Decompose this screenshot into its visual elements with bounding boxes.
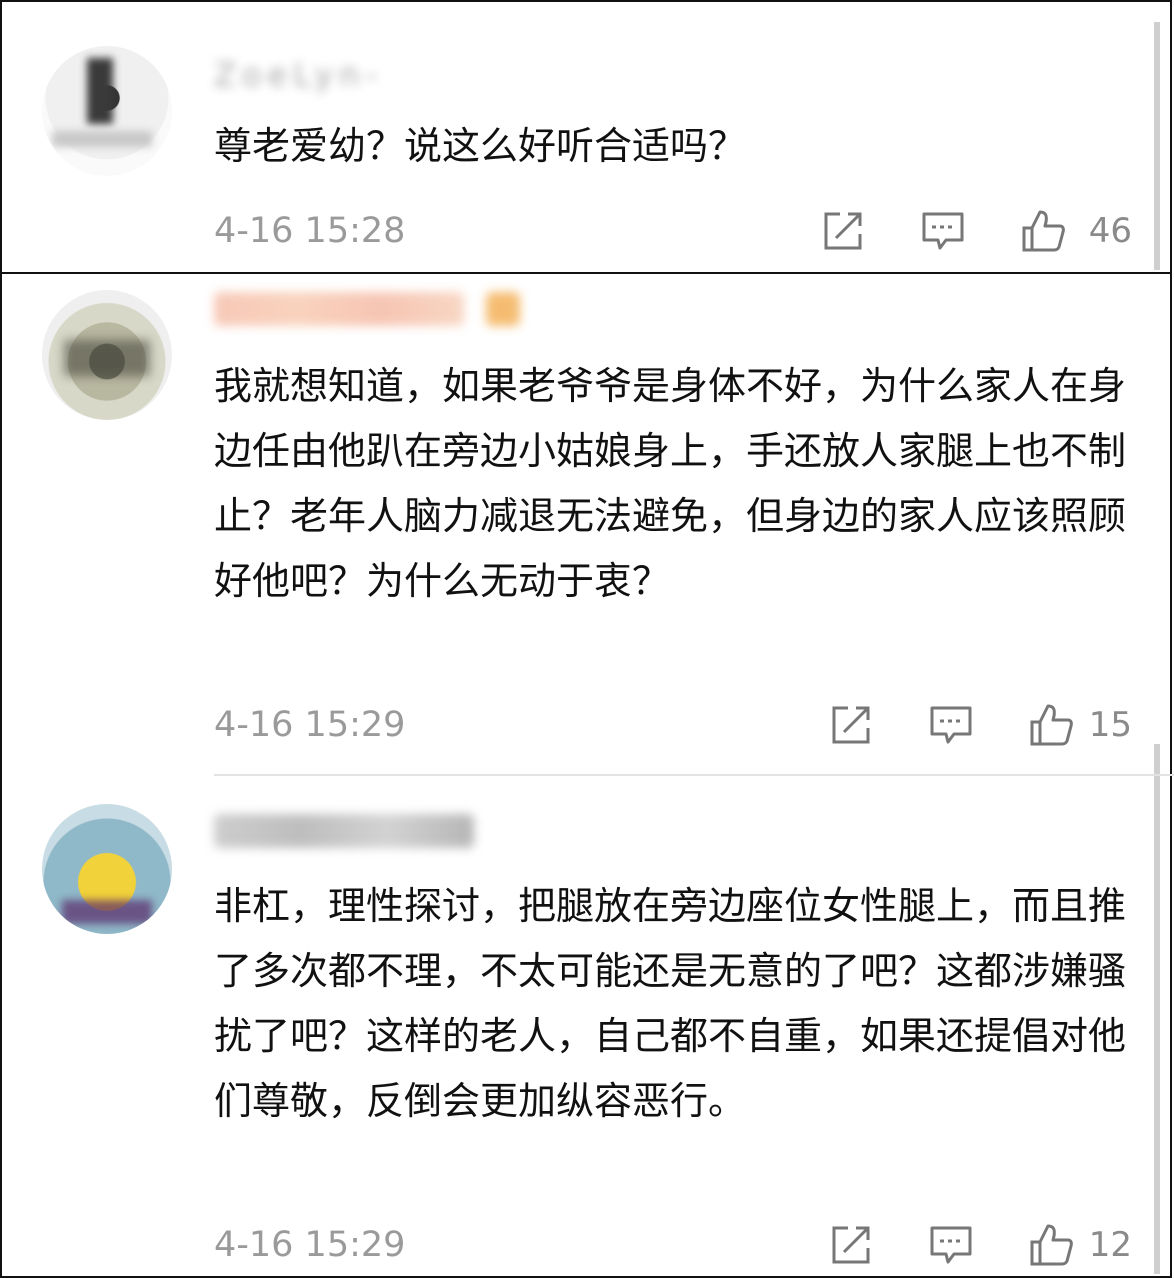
avatar[interactable] bbox=[42, 290, 172, 420]
divider bbox=[214, 774, 1174, 776]
timestamp: 4-16 15:29 bbox=[214, 1225, 406, 1265]
share-icon[interactable] bbox=[820, 208, 866, 254]
comment-icon[interactable] bbox=[928, 1222, 974, 1268]
comments-panel: 我就想知道，如果老爷爷是身体不好，为什么家人在身边任由他趴在旁边小姑娘身上，手还… bbox=[0, 272, 1174, 1278]
username[interactable] bbox=[214, 814, 474, 854]
comment-text: 我就想知道，如果老爷爷是身体不好，为什么家人在身边任由他趴在旁边小姑娘身上，手还… bbox=[214, 364, 1127, 603]
share-icon[interactable] bbox=[828, 702, 874, 748]
comment-meta: 4-16 15:29 15 bbox=[214, 702, 1132, 748]
vip-badge bbox=[486, 292, 521, 326]
timestamp: 4-16 15:29 bbox=[214, 705, 406, 745]
avatar[interactable] bbox=[42, 46, 172, 176]
like-count: 46 bbox=[1088, 211, 1132, 251]
comment-meta: 4-16 15:28 46 bbox=[214, 208, 1132, 254]
username[interactable]: ZoeLyn- bbox=[214, 56, 383, 96]
username[interactable] bbox=[214, 292, 521, 332]
scrollbar[interactable] bbox=[1154, 744, 1160, 1274]
comment-text: 尊老爱幼？说这么好听合适吗？ bbox=[214, 124, 747, 168]
comment-text: 非杠，理性探讨，把腿放在旁边座位女性腿上，而且推了多次都不理，不太可能还是无意的… bbox=[214, 884, 1127, 1123]
comment-icon[interactable] bbox=[920, 208, 966, 254]
username-blur bbox=[214, 292, 464, 326]
like-icon[interactable] bbox=[1028, 702, 1074, 748]
comment-meta: 4-16 15:29 12 bbox=[214, 1222, 1132, 1268]
timestamp: 4-16 15:28 bbox=[214, 211, 406, 251]
like-count: 12 bbox=[1088, 1225, 1132, 1265]
username-blur bbox=[214, 814, 474, 848]
like-count: 15 bbox=[1088, 705, 1132, 745]
comment-icon[interactable] bbox=[928, 702, 974, 748]
avatar[interactable] bbox=[42, 804, 172, 934]
share-icon[interactable] bbox=[828, 1222, 874, 1268]
like-icon[interactable] bbox=[1028, 1222, 1074, 1268]
scrollbar[interactable] bbox=[1154, 22, 1160, 270]
comment-card-1: ZoeLyn- 尊老爱幼？说这么好听合适吗？ 4-16 15:28 46 bbox=[0, 0, 1172, 274]
like-icon[interactable] bbox=[1020, 208, 1066, 254]
